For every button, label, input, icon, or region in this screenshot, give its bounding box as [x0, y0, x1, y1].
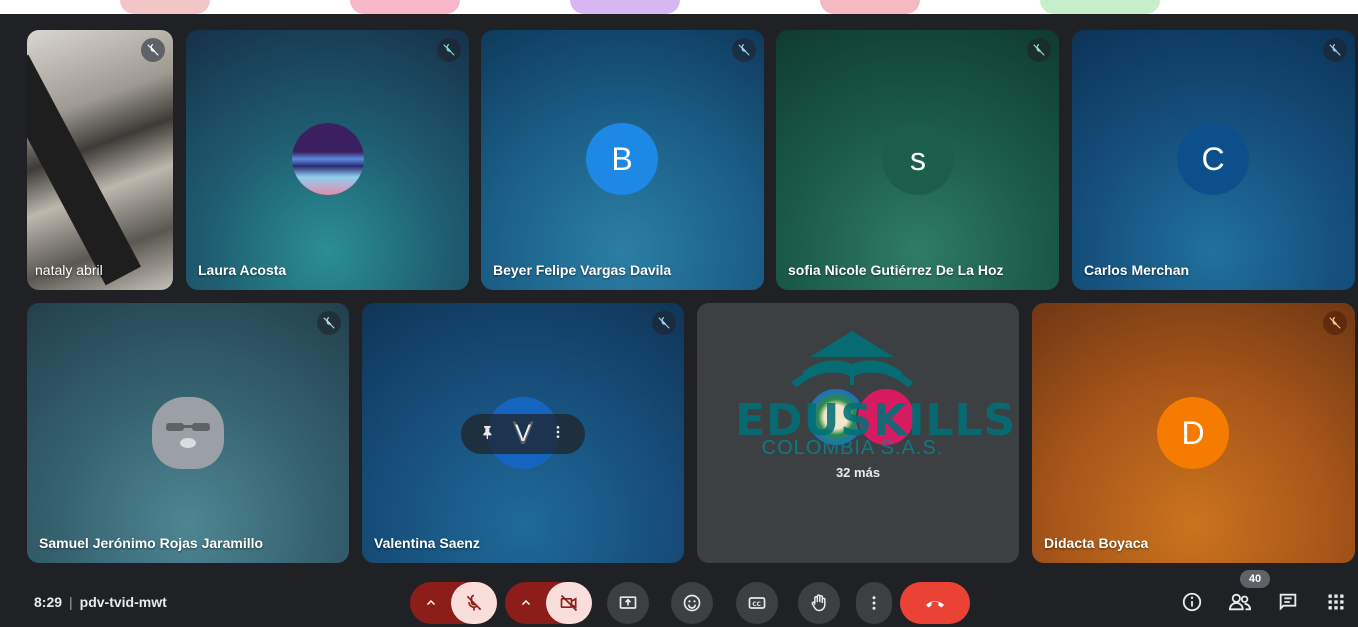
chat-button[interactable] — [1274, 588, 1302, 616]
eduskills-watermark-logo: EDUSKILLS COLOMBIA S.A.S. — [735, 325, 1015, 465]
participant-tile[interactable]: B Beyer Felipe Vargas Davila — [481, 30, 764, 290]
svg-text:CC: CC — [752, 602, 761, 608]
video-options-chevron-icon[interactable] — [515, 592, 537, 614]
raise-hand-icon — [811, 594, 826, 612]
participant-name: Laura Acosta — [198, 262, 287, 278]
mic-off-icon — [1323, 38, 1347, 62]
open-book-icon — [791, 331, 914, 388]
participant-tile[interactable]: nataly abril — [27, 30, 173, 290]
participant-name: Didacta Boyaca — [1044, 535, 1149, 551]
people-count-badge: 40 — [1240, 570, 1270, 588]
participant-name: Samuel Jerónimo Rojas Jaramillo — [39, 535, 264, 551]
mic-off-icon — [466, 594, 482, 611]
audio-options-chevron-icon[interactable] — [420, 592, 442, 614]
participant-name: Valentina Saenz — [374, 535, 480, 551]
camera-off-button[interactable] — [546, 582, 592, 624]
participant-tile[interactable]: D Didacta Boyaca — [1032, 303, 1355, 563]
present-now-button[interactable] — [607, 582, 649, 624]
raise-hand-button[interactable] — [798, 582, 840, 624]
participant-tile[interactable]: C Carlos Merchan — [1072, 30, 1355, 290]
more-participants-label: 32 más — [835, 465, 881, 480]
participant-name: nataly abril — [35, 262, 103, 278]
mic-off-icon — [1027, 38, 1051, 62]
watermark-subtitle: COLOMBIA S.A.S. — [761, 437, 944, 459]
avatar: D — [1157, 397, 1229, 469]
mic-off-icon — [437, 38, 461, 62]
avatar — [292, 123, 364, 195]
call-end-icon — [926, 601, 944, 608]
apps-icon — [1328, 594, 1344, 610]
more-vert-icon — [872, 596, 876, 610]
animal-avatar-icon — [152, 397, 224, 469]
meeting-time: 8:29 — [34, 594, 63, 610]
participant-tile[interactable]: s sofia Nicole Gutiérrez De La Hoz — [776, 30, 1059, 290]
meeting-code: pdv-tvid-mwt — [79, 594, 167, 610]
separator: | — [69, 594, 73, 610]
mic-off-icon — [652, 311, 676, 335]
tile-hover-actions: V — [461, 414, 585, 454]
mic-control-group — [410, 582, 497, 624]
meeting-control-bar: 8:29 | pdv-tvid-mwt CC 40 — [0, 570, 1358, 627]
avatar: s — [882, 123, 954, 195]
camera-video-feed — [27, 54, 141, 286]
closed-captions-icon: CC — [748, 597, 766, 609]
mic-off-icon — [317, 311, 341, 335]
mic-off-icon — [1323, 311, 1347, 335]
info-icon — [1182, 592, 1202, 612]
avatar: B — [586, 123, 658, 195]
people-button[interactable] — [1226, 588, 1254, 616]
mic-off-icon — [732, 38, 756, 62]
participant-tile[interactable]: Laura Acosta — [186, 30, 469, 290]
leave-call-button[interactable] — [900, 582, 970, 624]
emoji-reaction-button[interactable] — [671, 582, 713, 624]
more-options-button[interactable] — [856, 582, 892, 624]
emoji-icon — [683, 594, 701, 612]
participant-tile[interactable]: Samuel Jerónimo Rojas Jaramillo — [27, 303, 349, 563]
participant-name: Beyer Felipe Vargas Davila — [493, 262, 672, 278]
mic-off-icon — [141, 38, 165, 62]
videocam-off-icon — [560, 594, 578, 612]
mic-off-button[interactable] — [451, 582, 497, 624]
people-icon — [1228, 593, 1252, 611]
chat-icon — [1279, 593, 1297, 611]
camera-control-group — [505, 582, 592, 624]
overlay-initial: V — [514, 420, 531, 447]
top-banner-strip — [0, 0, 1358, 14]
pin-icon[interactable] — [480, 424, 496, 445]
more-options-icon[interactable] — [550, 424, 566, 445]
activities-button[interactable] — [1322, 588, 1350, 616]
participant-name: sofia Nicole Gutiérrez De La Hoz — [788, 262, 1004, 278]
meeting-details: 8:29 | pdv-tvid-mwt — [34, 594, 167, 610]
participant-tile[interactable]: V V Valentina Saenz — [362, 303, 684, 563]
present-screen-icon — [619, 596, 637, 609]
participant-name: Carlos Merchan — [1084, 262, 1190, 278]
captions-button[interactable]: CC — [736, 582, 778, 624]
meeting-details-button[interactable] — [1178, 588, 1206, 616]
avatar: C — [1177, 123, 1249, 195]
